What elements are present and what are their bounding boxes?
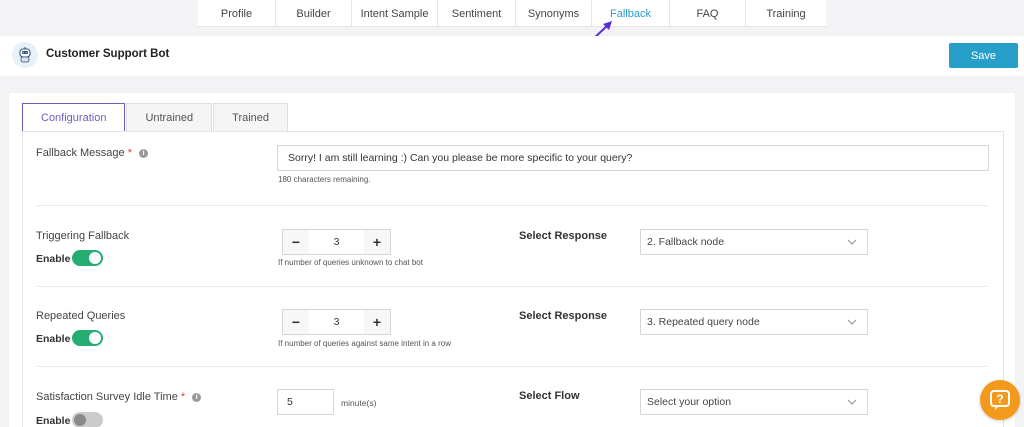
tab-intent-sample[interactable]: Intent Sample bbox=[352, 0, 438, 27]
sub-tab-bar: Configuration Untrained Trained bbox=[22, 103, 289, 132]
divider bbox=[36, 205, 988, 206]
repeated-queries-hint: If number of queries against same intent… bbox=[278, 339, 451, 348]
enable-label: Enable bbox=[36, 333, 71, 345]
divider bbox=[36, 286, 988, 287]
satisfaction-survey-toggle[interactable] bbox=[72, 412, 103, 427]
repeated-queries-toggle[interactable] bbox=[72, 330, 103, 346]
tab-configuration[interactable]: Configuration bbox=[22, 103, 126, 132]
top-tab-bar: Profile Builder Intent Sample Sentiment … bbox=[198, 0, 826, 27]
triggering-response-select[interactable]: 2. Fallback node bbox=[640, 229, 868, 255]
chevron-down-icon bbox=[847, 399, 857, 405]
divider bbox=[36, 366, 988, 367]
tab-synonyms[interactable]: Synonyms bbox=[516, 0, 592, 27]
stepper-value[interactable]: 3 bbox=[309, 310, 364, 334]
fallback-message-input[interactable]: Sorry! I am still learning :) Can you pl… bbox=[277, 145, 989, 171]
select-response-label: Select Response bbox=[519, 230, 608, 242]
increment-button[interactable]: + bbox=[364, 310, 390, 334]
select-flow-label: Select Flow bbox=[519, 390, 580, 402]
triggering-fallback-label: Triggering Fallback bbox=[36, 230, 130, 242]
flow-select[interactable]: Select your option bbox=[640, 389, 868, 415]
tab-profile[interactable]: Profile bbox=[198, 0, 276, 27]
tab-faq[interactable]: FAQ bbox=[670, 0, 746, 27]
tab-trained[interactable]: Trained bbox=[213, 103, 289, 131]
info-icon[interactable]: i bbox=[192, 393, 202, 402]
save-button[interactable]: Save bbox=[949, 43, 1018, 68]
question-icon: ? bbox=[990, 390, 1010, 410]
tab-sentiment[interactable]: Sentiment bbox=[438, 0, 516, 27]
triggering-fallback-toggle[interactable] bbox=[72, 250, 103, 266]
toggle-knob bbox=[74, 414, 86, 426]
chevron-down-icon bbox=[847, 239, 857, 245]
select-response-label: Select Response bbox=[519, 310, 608, 322]
svg-text:?: ? bbox=[996, 392, 1003, 406]
required-mark: * bbox=[180, 391, 186, 403]
select-placeholder: Select your option bbox=[647, 396, 732, 408]
configuration-panel bbox=[22, 131, 1004, 427]
select-value: 3. Repeated query node bbox=[647, 316, 760, 328]
minutes-unit: minute(s) bbox=[341, 398, 377, 408]
decrement-button[interactable]: − bbox=[283, 310, 309, 334]
idle-time-input[interactable]: 5 bbox=[277, 389, 334, 415]
info-icon[interactable]: i bbox=[139, 149, 149, 158]
tab-untrained[interactable]: Untrained bbox=[126, 103, 213, 131]
repeated-response-select[interactable]: 3. Repeated query node bbox=[640, 309, 868, 335]
tab-builder[interactable]: Builder bbox=[276, 0, 352, 27]
repeated-queries-stepper: − 3 + bbox=[282, 309, 391, 335]
triggering-fallback-stepper: − 3 + bbox=[282, 229, 391, 255]
triggering-fallback-hint: If number of queries unknown to chat bot bbox=[278, 258, 423, 267]
increment-button[interactable]: + bbox=[364, 230, 390, 254]
toggle-knob bbox=[89, 332, 101, 344]
characters-remaining: 180 characters remaining. bbox=[278, 175, 371, 184]
stepper-value[interactable]: 3 bbox=[309, 230, 364, 254]
tab-training[interactable]: Training bbox=[746, 0, 826, 27]
select-value: 2. Fallback node bbox=[647, 236, 725, 248]
robot-icon bbox=[12, 42, 38, 68]
help-button[interactable]: ? bbox=[980, 380, 1020, 420]
decrement-button[interactable]: − bbox=[283, 230, 309, 254]
bot-name: Customer Support Bot bbox=[46, 48, 170, 60]
enable-label: Enable bbox=[36, 415, 71, 427]
fallback-message-label: Fallback Message * i bbox=[36, 147, 149, 159]
required-mark: * bbox=[127, 147, 132, 159]
fallback-message-label-text: Fallback Message bbox=[36, 147, 125, 159]
enable-label: Enable bbox=[36, 253, 71, 265]
satisfaction-survey-label: Satisfaction Survey Idle Time * i bbox=[36, 391, 202, 403]
repeated-queries-label: Repeated Queries bbox=[36, 310, 126, 322]
satisfaction-survey-label-text: Satisfaction Survey Idle Time bbox=[36, 391, 178, 403]
chevron-down-icon bbox=[847, 319, 857, 325]
toggle-knob bbox=[89, 252, 101, 264]
bot-header: Customer Support Bot bbox=[0, 36, 1024, 76]
